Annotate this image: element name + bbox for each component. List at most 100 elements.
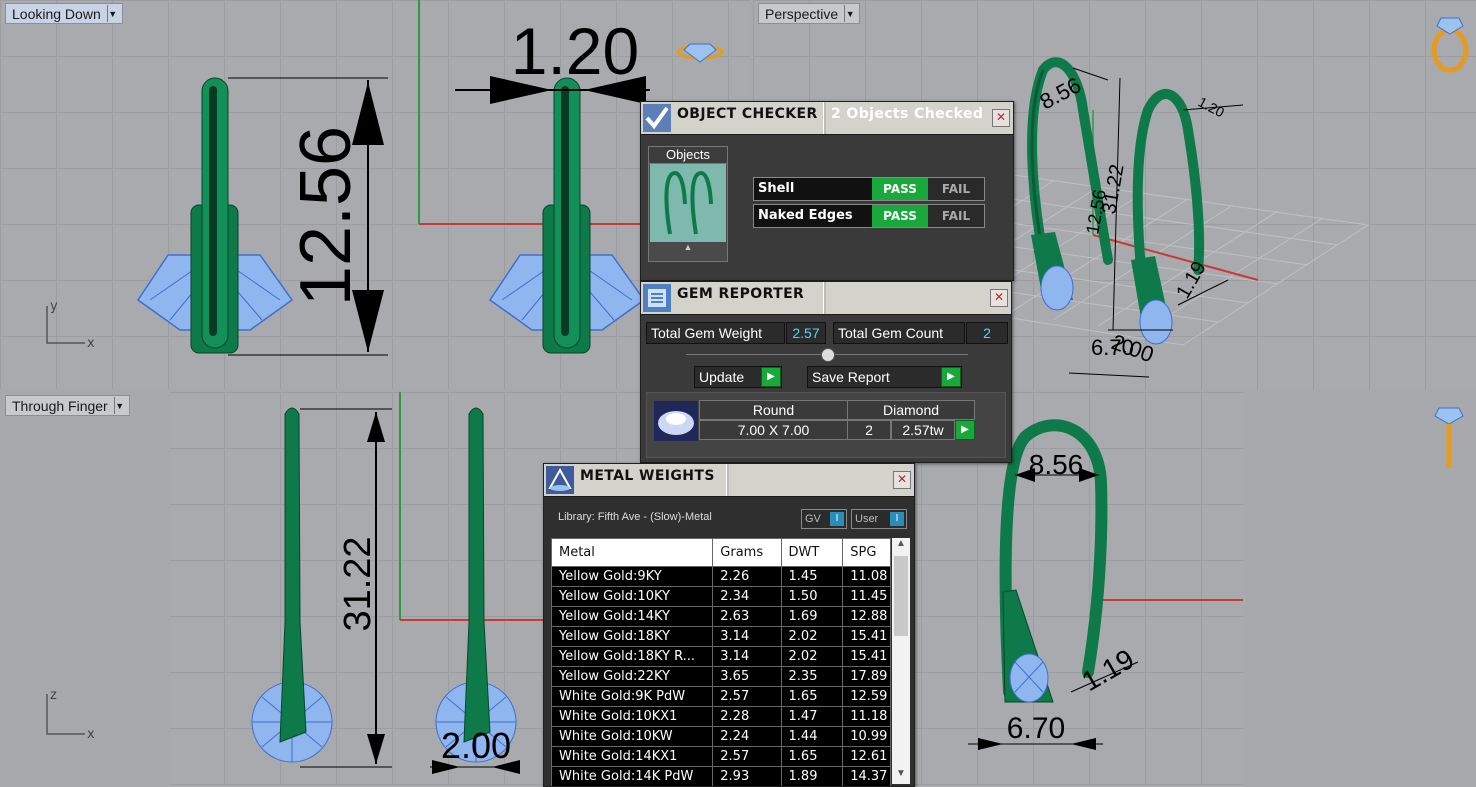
table-row[interactable]: Yellow Gold:9KY 2.26 1.45 11.08 bbox=[551, 566, 891, 587]
round-gem-icon bbox=[654, 401, 698, 441]
table-row[interactable]: White Gold:9K PdW 2.57 1.65 12.59 bbox=[551, 686, 891, 707]
table-row[interactable]: White Gold:10KX1 2.28 1.47 11.18 bbox=[551, 706, 891, 727]
scroll-up-icon[interactable]: ▲ bbox=[892, 538, 910, 554]
ring-view-icon[interactable] bbox=[1431, 17, 1469, 73]
table-cell: Yellow Gold:10KY bbox=[551, 586, 714, 607]
table-cell: Yellow Gold:22KY bbox=[551, 666, 714, 687]
viewport-label-through-finger[interactable]: Through Finger ▼ bbox=[5, 395, 130, 416]
table-cell: 10.99 bbox=[842, 726, 891, 747]
table-cell: 11.45 bbox=[842, 586, 891, 607]
table-cell: 14.37 bbox=[842, 766, 891, 786]
check-name: Naked Edges bbox=[758, 208, 853, 223]
checkmark-icon bbox=[643, 104, 671, 132]
viewport-menu-icon[interactable]: ▼ bbox=[113, 397, 125, 414]
table-cell: 1.65 bbox=[780, 686, 844, 707]
table-row[interactable]: Yellow Gold:22KY 3.65 2.35 17.89 bbox=[551, 666, 891, 687]
dim-persp-wire-2: 1.19 bbox=[1172, 258, 1211, 303]
metal-scale-icon bbox=[546, 466, 574, 494]
table-row[interactable]: Yellow Gold:18KY R... 3.14 2.02 15.41 bbox=[551, 646, 891, 667]
table-cell: White Gold:9K PdW bbox=[551, 686, 714, 707]
table-cell: 1.89 bbox=[780, 766, 844, 786]
diamond-view-icon[interactable] bbox=[676, 43, 724, 63]
button-label: Save Report bbox=[812, 369, 890, 385]
looking-down-scene: 12.56 1.20 y x bbox=[46, 0, 750, 356]
viewport-title: Perspective bbox=[765, 5, 839, 22]
viewport-title: Through Finger bbox=[12, 397, 108, 414]
gv-toggle[interactable]: GV I bbox=[801, 509, 847, 529]
viewport-label-looking-down[interactable]: Looking Down ▼ bbox=[5, 3, 123, 24]
update-button[interactable]: Update ▶ bbox=[694, 366, 782, 388]
gem-count: 2 bbox=[847, 420, 891, 440]
close-icon[interactable]: ✕ bbox=[990, 289, 1008, 307]
value-text: 2 bbox=[983, 325, 991, 341]
col-grams[interactable]: Grams bbox=[712, 538, 782, 567]
toggle-label: User bbox=[855, 513, 879, 525]
earring-right-side[interactable] bbox=[435, 407, 517, 763]
scroll-thumb[interactable] bbox=[894, 556, 908, 636]
dim-side-loop: 8.56 bbox=[1029, 449, 1084, 480]
slider-handle[interactable] bbox=[821, 348, 835, 362]
check-name: Shell bbox=[758, 181, 795, 196]
viewport-menu-icon[interactable]: ▼ bbox=[844, 5, 855, 22]
viewport-label-perspective[interactable]: Perspective ▼ bbox=[758, 3, 861, 24]
table-cell: 1.45 bbox=[780, 566, 844, 587]
objects-thumbnail-box[interactable]: Objects ▲ bbox=[648, 146, 728, 262]
table-row[interactable]: Yellow Gold:18KY 3.14 2.02 15.41 bbox=[551, 626, 891, 647]
objects-checked-status: 2 Objects Checked bbox=[831, 106, 984, 122]
gem-reporter-title: GEM REPORTER bbox=[677, 286, 805, 302]
table-row[interactable]: White Gold:14K PdW 2.93 1.89 14.37 bbox=[551, 766, 891, 786]
table-row[interactable]: Yellow Gold:10KY 2.34 1.50 11.45 bbox=[551, 586, 891, 607]
metal-weights-header[interactable]: METAL WEIGHTS ✕ bbox=[544, 464, 914, 497]
dim-width-top: 1.20 bbox=[511, 14, 639, 88]
user-toggle[interactable]: User I bbox=[851, 509, 907, 529]
table-cell: 11.18 bbox=[842, 706, 891, 727]
axis-z-label: z bbox=[50, 688, 57, 703]
axis-x-label: x bbox=[87, 336, 95, 351]
check-row: Shell PASS FAIL bbox=[753, 177, 985, 201]
axis-x-label: x bbox=[87, 727, 95, 742]
scroll-up-icon[interactable]: ▲ bbox=[649, 242, 727, 252]
table-row[interactable]: White Gold:14KX1 2.57 1.65 12.61 bbox=[551, 746, 891, 767]
object-checker-header[interactable]: OBJECT CHECKER 2 Objects Checked ✕ bbox=[641, 102, 1013, 135]
earring-left-side[interactable] bbox=[251, 407, 333, 763]
table-cell: 1.65 bbox=[780, 746, 844, 767]
table-cell: Yellow Gold:18KY bbox=[551, 626, 714, 647]
table-scrollbar[interactable]: ▲ ▼ bbox=[892, 538, 910, 784]
table-header-row: Metal Grams DWT SPG bbox=[551, 538, 891, 567]
viewport-menu-icon[interactable]: ▼ bbox=[106, 5, 118, 22]
table-cell: 3.14 bbox=[712, 626, 782, 647]
table-cell: 3.14 bbox=[712, 646, 782, 667]
col-dwt[interactable]: DWT bbox=[780, 538, 844, 567]
col-metal[interactable]: Metal bbox=[551, 538, 714, 567]
table-cell: White Gold:14KX1 bbox=[551, 746, 714, 767]
label-text: Total Gem Count bbox=[838, 325, 944, 341]
gem-reporter-header[interactable]: GEM REPORTER ✕ bbox=[641, 282, 1011, 315]
table-row[interactable]: White Gold:10KW 2.24 1.44 10.99 bbox=[551, 726, 891, 747]
total-gem-count-label: Total Gem Count bbox=[833, 322, 965, 344]
gem-detail-play-icon[interactable]: ▶ bbox=[955, 420, 975, 440]
col-spg[interactable]: SPG bbox=[842, 538, 891, 567]
table-cell: Yellow Gold:9KY bbox=[551, 566, 714, 587]
earring-right-top[interactable] bbox=[488, 77, 646, 354]
table-cell: 1.50 bbox=[780, 586, 844, 607]
scroll-down-icon[interactable]: ▼ bbox=[892, 768, 910, 784]
table-cell: White Gold:10KX1 bbox=[551, 706, 714, 727]
gem-list-row[interactable]: Round Diamond 7.00 X 7.00 2 2.57tw ▶ bbox=[646, 392, 1006, 458]
close-icon[interactable]: ✕ bbox=[992, 109, 1010, 127]
gem-size: 7.00 X 7.00 bbox=[699, 420, 848, 440]
toggle-indicator: I bbox=[890, 512, 904, 526]
table-row[interactable]: Yellow Gold:14KY 2.63 1.69 12.88 bbox=[551, 606, 891, 627]
table-cell: 11.08 bbox=[842, 566, 891, 587]
table-cell: 1.47 bbox=[780, 706, 844, 727]
earring-left-top[interactable] bbox=[136, 77, 294, 354]
viewport-looking-down[interactable]: 12.56 1.20 y x Looking Down ▼ bbox=[0, 0, 750, 389]
table-cell: 2.02 bbox=[780, 626, 844, 647]
table-cell: 12.88 bbox=[842, 606, 891, 627]
objects-label: Objects bbox=[649, 147, 727, 164]
close-icon[interactable]: ✕ bbox=[893, 471, 911, 489]
save-report-button[interactable]: Save Report ▶ bbox=[807, 366, 962, 388]
total-gem-weight-value: 2.57 bbox=[786, 322, 826, 344]
object-checker-panel: OBJECT CHECKER 2 Objects Checked ✕ Objec… bbox=[640, 101, 1014, 281]
table-cell: 2.28 bbox=[712, 706, 782, 727]
earring-right-perspective[interactable] bbox=[1131, 89, 1205, 345]
